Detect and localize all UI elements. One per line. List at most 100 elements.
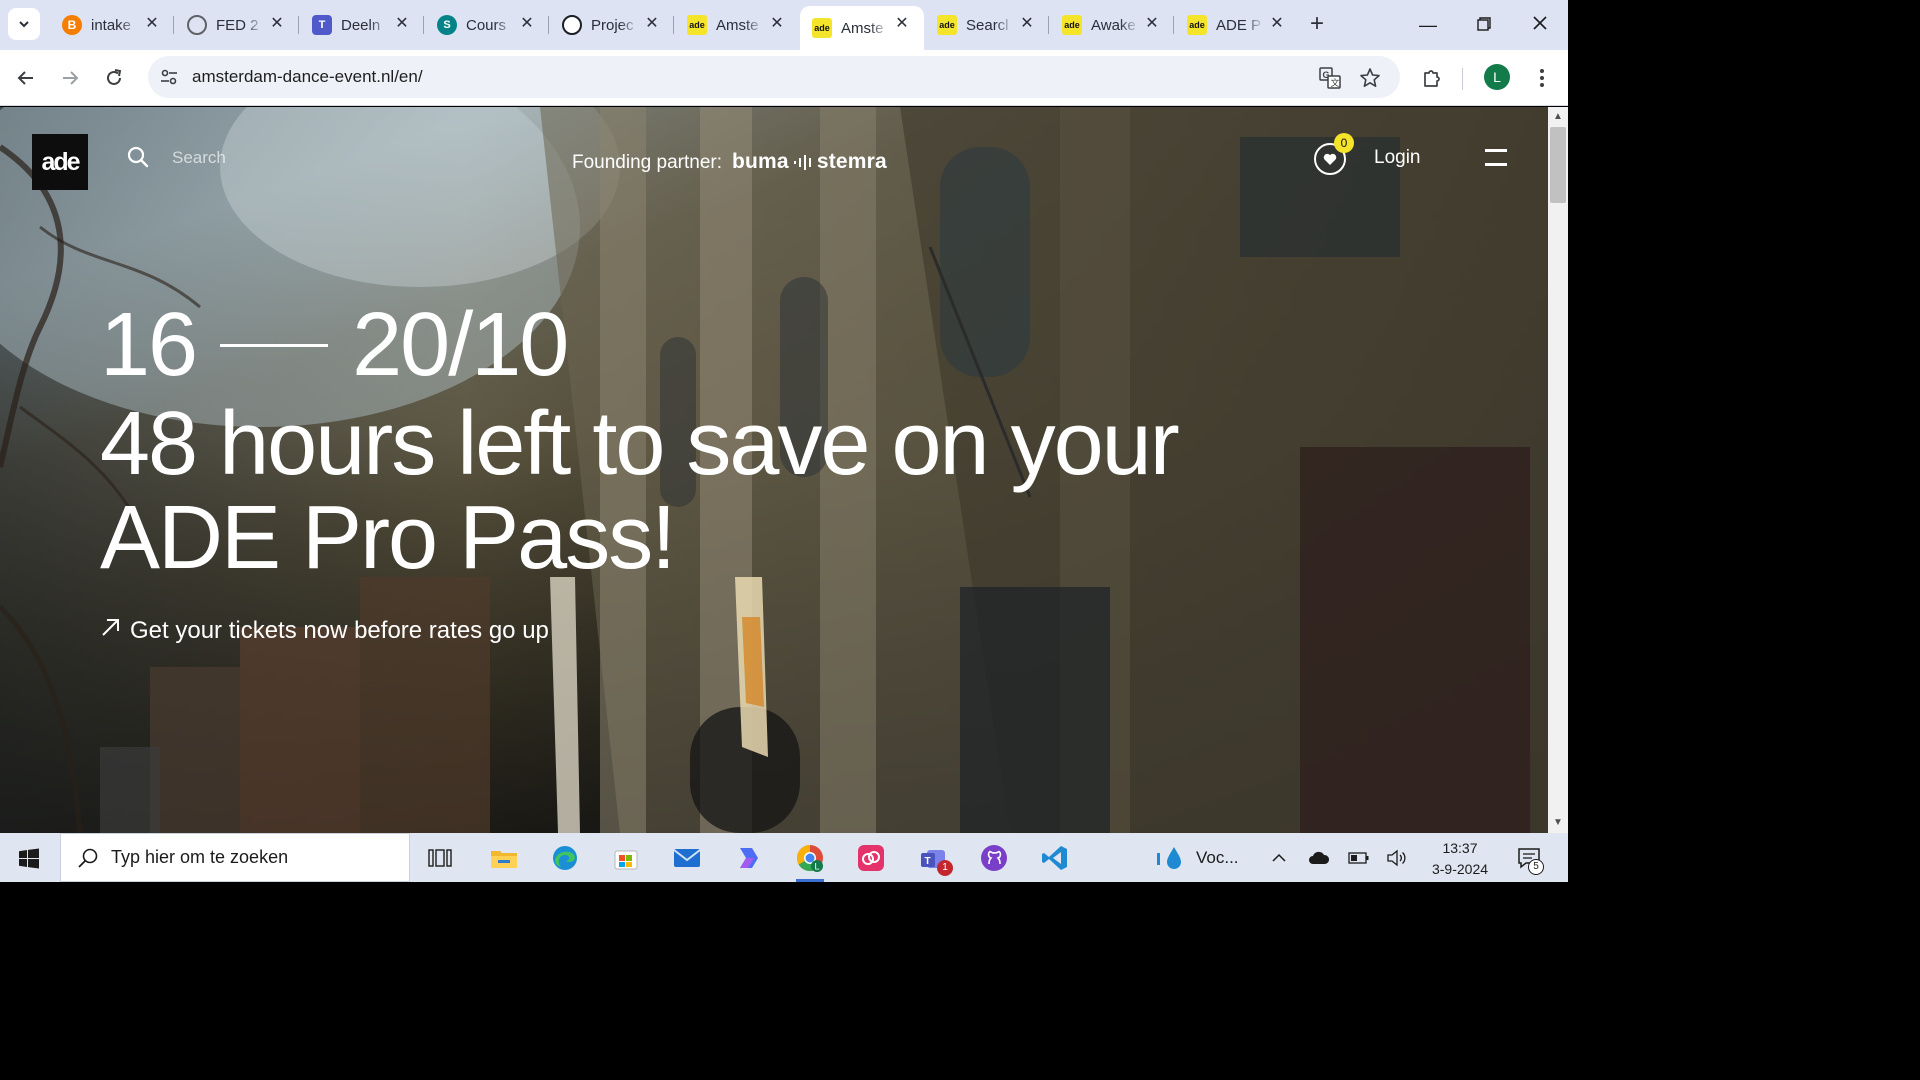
- github-desktop-icon: [981, 845, 1007, 871]
- reload-button[interactable]: [98, 62, 130, 94]
- tab-search-button[interactable]: [8, 8, 40, 40]
- vscode-button[interactable]: [1037, 840, 1073, 876]
- browser-tab[interactable]: ade Awake ✕: [1050, 6, 1174, 44]
- tab-close-icon[interactable]: ✕: [1019, 16, 1035, 32]
- browser-tab[interactable]: FED 2 ✕: [175, 6, 299, 44]
- search-icon[interactable]: [126, 145, 150, 169]
- minimize-button[interactable]: —: [1408, 10, 1448, 40]
- teams-button[interactable]: T 1: [915, 840, 953, 876]
- browser-tab[interactable]: S Cours ✕: [425, 6, 549, 44]
- file-explorer-icon: [491, 851, 517, 868]
- creative-cloud-button[interactable]: [853, 840, 889, 876]
- copilot-button[interactable]: [730, 840, 766, 876]
- tab-separator: [673, 16, 674, 34]
- edge-button[interactable]: [547, 840, 583, 876]
- file-explorer-button[interactable]: [486, 840, 522, 876]
- back-button[interactable]: [10, 62, 42, 94]
- browser-tab[interactable]: ade Amste ✕: [800, 6, 924, 50]
- login-link[interactable]: Login: [1374, 147, 1421, 169]
- heart-icon: [1323, 153, 1337, 165]
- more-vertical-icon: [1540, 69, 1544, 87]
- browser-menu-button[interactable]: [1528, 64, 1556, 92]
- tab-title: Amste: [716, 16, 759, 34]
- tab-close-icon[interactable]: ✕: [144, 16, 160, 32]
- tab-close-icon[interactable]: ✕: [519, 16, 535, 32]
- scrollbar-thumb[interactable]: [1550, 127, 1566, 203]
- founding-partner[interactable]: Founding partner: buma stemra: [572, 150, 887, 174]
- svg-text:L: L: [815, 862, 820, 872]
- browser-tab[interactable]: ade ADE P ✕: [1175, 6, 1299, 44]
- svg-text:文: 文: [1331, 77, 1340, 88]
- tab-close-icon[interactable]: ✕: [769, 16, 785, 32]
- github-icon: [562, 15, 582, 35]
- arrow-up-right-icon: [102, 619, 119, 636]
- taskbar-search-placeholder: Typ hier om te zoeken: [111, 847, 289, 867]
- windows-start-icon[interactable]: [18, 848, 40, 870]
- browser-tab[interactable]: ade Amste ✕: [675, 6, 799, 44]
- system-clock[interactable]: 13:37 3-9-2024: [1428, 838, 1492, 880]
- taskbar-search-box[interactable]: Typ hier om te zoeken: [60, 833, 410, 882]
- site-search-input[interactable]: [172, 145, 372, 171]
- browser-tab[interactable]: Bintake ✕: [50, 6, 174, 44]
- browser-tab[interactable]: T Deeln ✕: [300, 6, 424, 44]
- forward-button[interactable]: [54, 62, 86, 94]
- bookmark-button[interactable]: [1358, 66, 1382, 90]
- sharepoint-icon: S: [437, 15, 457, 35]
- mail-button[interactable]: [669, 840, 705, 876]
- profile-avatar[interactable]: L: [1484, 64, 1510, 90]
- scroll-up-icon[interactable]: ▲: [1552, 111, 1564, 123]
- tab-title: Amste: [841, 19, 884, 37]
- tab-close-icon[interactable]: ✕: [1269, 16, 1285, 32]
- restore-icon: [1477, 17, 1491, 31]
- volume-button[interactable]: [1386, 847, 1408, 869]
- blogger-icon: B: [62, 15, 82, 35]
- task-view-icon: [428, 849, 452, 867]
- tab-close-icon[interactable]: ✕: [394, 16, 410, 32]
- battery-button[interactable]: [1348, 847, 1370, 869]
- browser-toolbar: amsterdam-dance-event.nl/en/ G文 L: [0, 50, 1568, 106]
- onedrive-button[interactable]: [1308, 847, 1330, 869]
- tickets-cta-link[interactable]: Get your tickets now before rates go up: [100, 617, 549, 645]
- page-scrollbar[interactable]: ▲ ▼: [1548, 107, 1568, 833]
- tab-separator: [548, 16, 549, 34]
- star-icon: [1360, 68, 1380, 87]
- scroll-down-icon[interactable]: ▼: [1552, 817, 1564, 829]
- github-desktop-button[interactable]: [976, 840, 1012, 876]
- tab-close-icon[interactable]: ✕: [894, 16, 910, 32]
- tab-close-icon[interactable]: ✕: [269, 16, 285, 32]
- translate-button[interactable]: G文: [1318, 66, 1342, 90]
- show-hidden-icons-button[interactable]: [1268, 847, 1290, 869]
- task-view-button[interactable]: [422, 840, 458, 876]
- windows-taskbar: Typ hier om te zoeken L T 1 Voc... 13:37…: [0, 833, 1568, 882]
- browser-tab[interactable]: ade Searcl ✕: [925, 6, 1049, 44]
- mail-icon: [673, 849, 701, 867]
- close-window-button[interactable]: [1520, 10, 1560, 40]
- store-button[interactable]: [608, 840, 644, 876]
- battery-icon: [1348, 852, 1369, 864]
- vscode-icon: [1042, 846, 1067, 870]
- event-dates: 16 20/10: [100, 295, 569, 395]
- chevron-up-icon: [1272, 853, 1286, 862]
- ade-icon: ade: [687, 15, 707, 35]
- address-bar[interactable]: amsterdam-dance-event.nl/en/ G文: [148, 56, 1400, 98]
- search-icon: [78, 848, 98, 868]
- browser-tab[interactable]: Projec ✕: [550, 6, 674, 44]
- url-text[interactable]: amsterdam-dance-event.nl/en/: [192, 67, 423, 87]
- puzzle-icon: [1424, 70, 1440, 87]
- ade-logo[interactable]: ade: [32, 134, 88, 190]
- menu-icon[interactable]: [1485, 149, 1507, 167]
- tab-close-icon[interactable]: ✕: [1144, 16, 1160, 32]
- speaker-icon: [1387, 849, 1406, 867]
- chrome-button[interactable]: L: [792, 840, 828, 882]
- founding-partner-name-right: stemra: [816, 150, 887, 173]
- date-end: 20/10: [352, 295, 569, 395]
- tab-close-icon[interactable]: ✕: [644, 16, 660, 32]
- extensions-button[interactable]: [1418, 64, 1446, 92]
- restore-button[interactable]: [1464, 10, 1504, 40]
- weather-widget[interactable]: Voc...: [1156, 845, 1239, 871]
- tab-title: Searcl: [966, 16, 1009, 34]
- new-tab-button[interactable]: +: [1304, 12, 1330, 38]
- cta-label: Get your tickets now before rates go up: [130, 617, 549, 644]
- ade-icon: ade: [1062, 15, 1082, 35]
- site-settings-icon[interactable]: [158, 66, 180, 88]
